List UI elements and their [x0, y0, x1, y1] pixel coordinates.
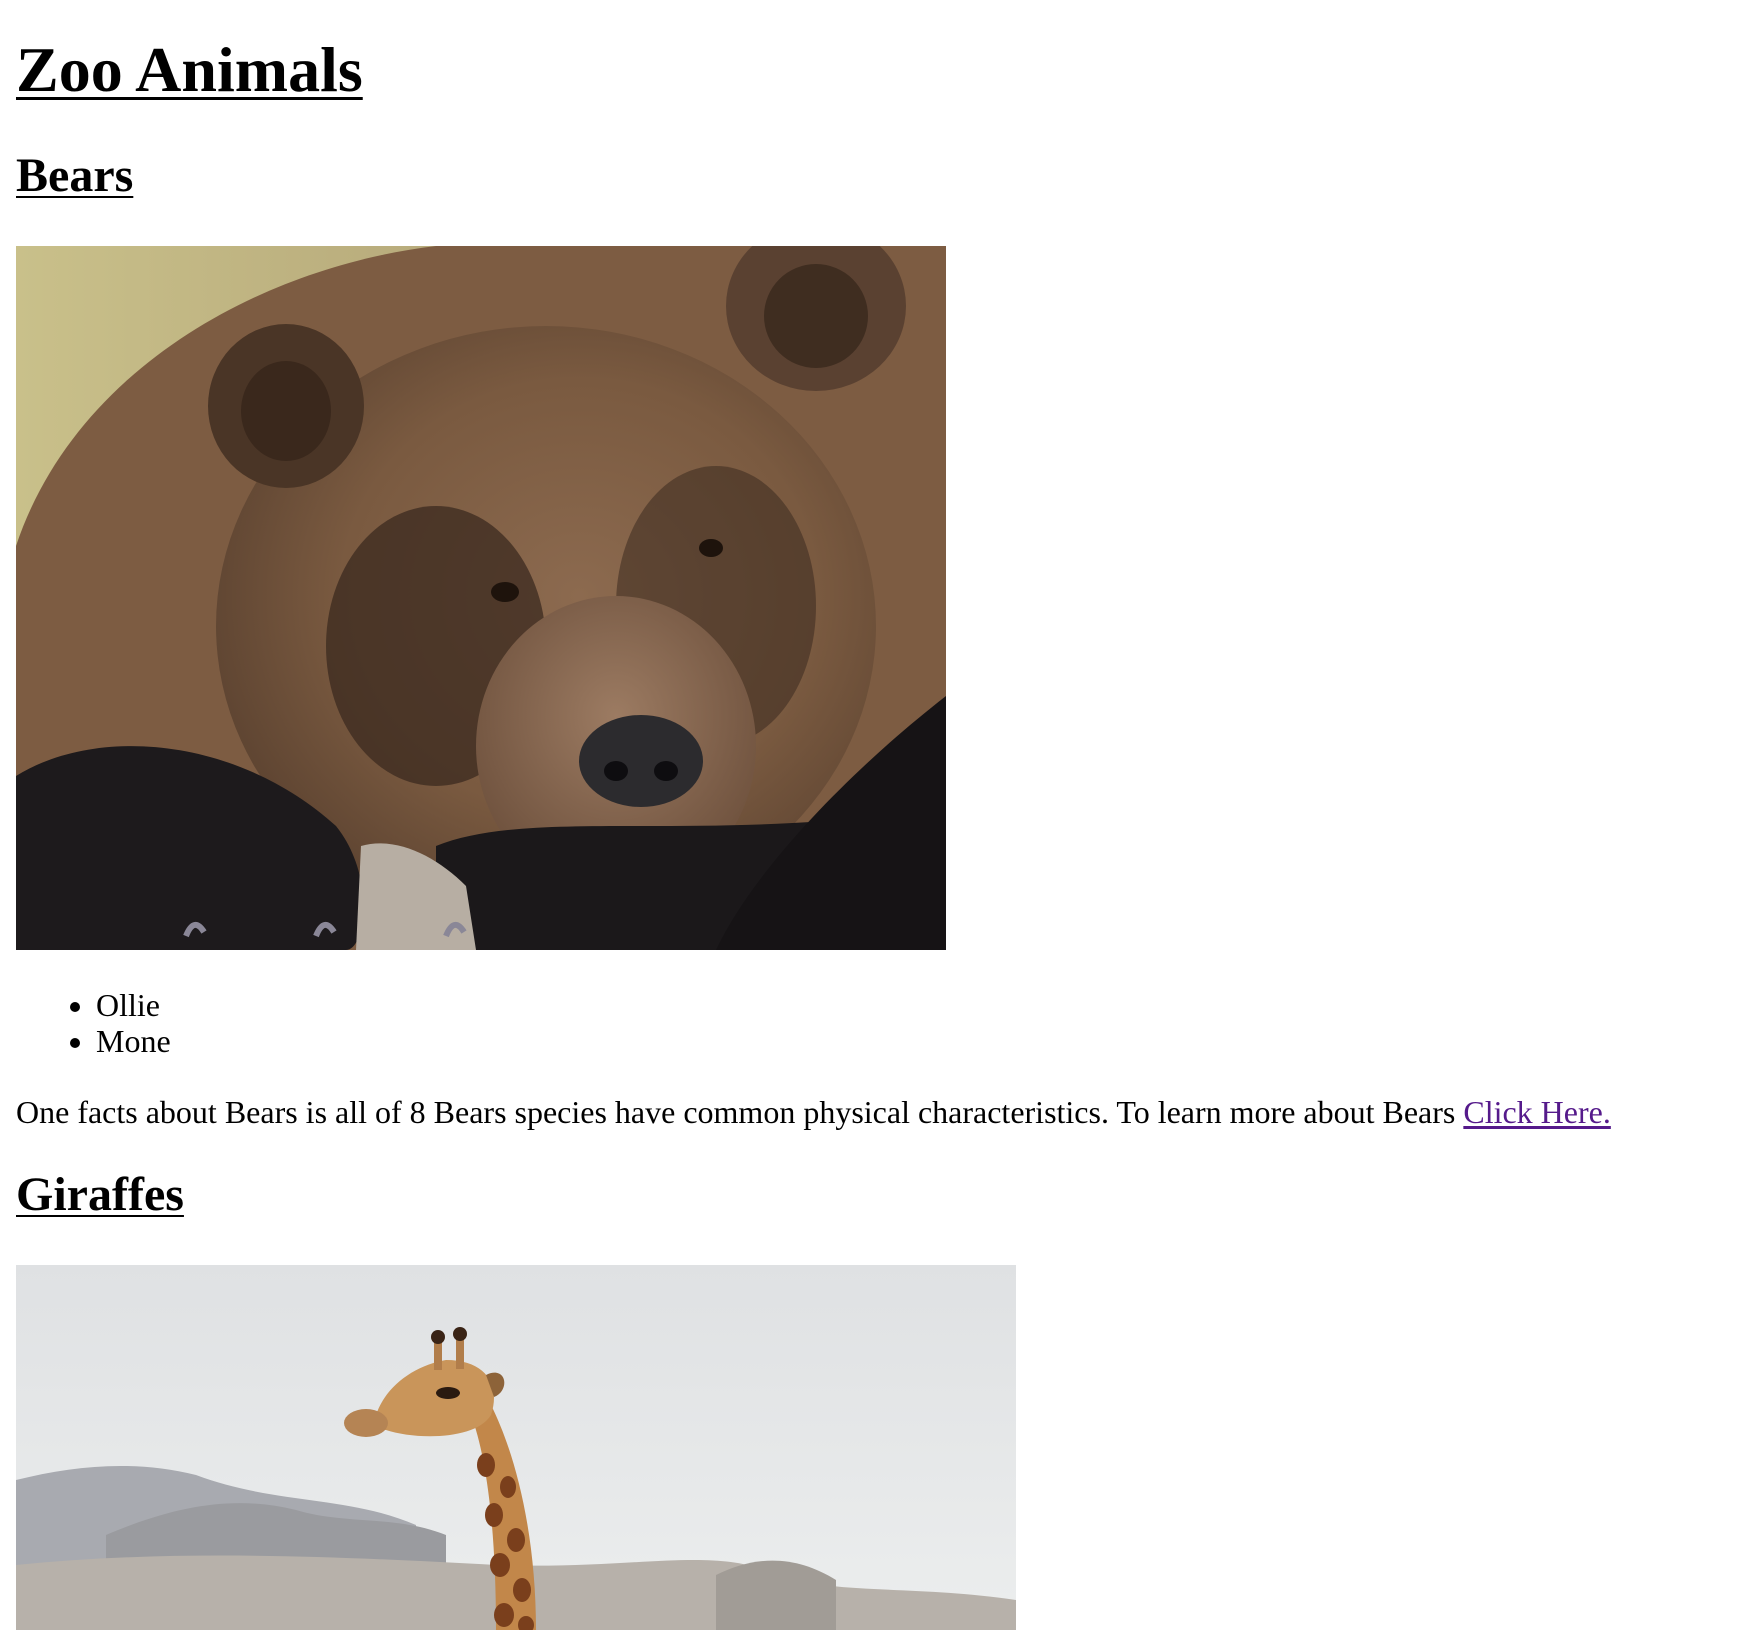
bears-heading: Bears	[16, 149, 134, 202]
list-item: Mone	[96, 1023, 171, 1059]
list-item: Ollie	[96, 987, 171, 1023]
giraffes-heading: Giraffes	[16, 1168, 184, 1221]
learn-more-link[interactable]: Click Here.	[1463, 1094, 1611, 1130]
page-title: Zoo Animals	[16, 34, 363, 105]
bear-names-list: Ollie Mone	[16, 987, 171, 1059]
bear-photo	[16, 246, 946, 950]
bears-fact-paragraph: One facts about Bears is all of 8 Bears …	[16, 1092, 1611, 1132]
bears-fact-text: One facts about Bears is all of 8 Bears …	[16, 1094, 1464, 1130]
giraffe-photo	[16, 1265, 1016, 1630]
